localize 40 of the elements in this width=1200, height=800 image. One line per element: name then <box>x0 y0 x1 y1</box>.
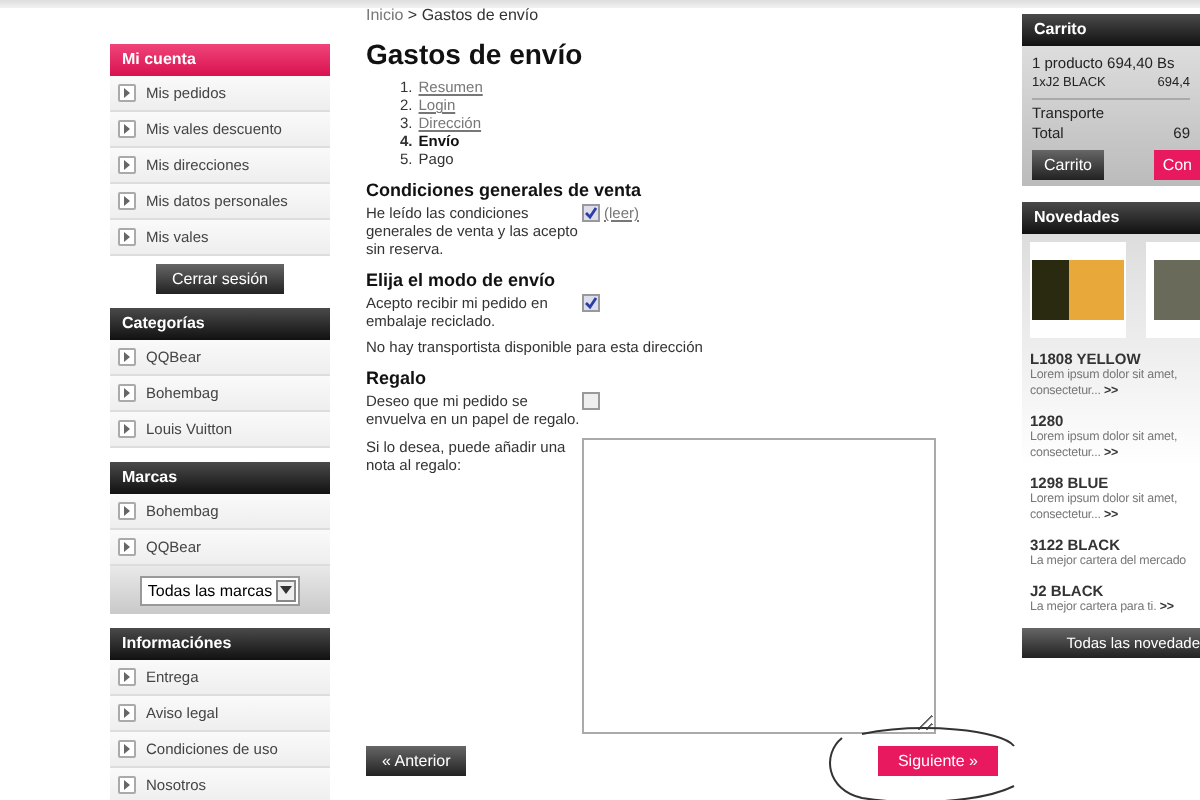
checkbox[interactable] <box>582 204 600 222</box>
block-header: Marcas <box>110 462 330 494</box>
cart-button[interactable]: Carrito <box>1032 150 1105 180</box>
arrow-icon <box>118 420 136 438</box>
arrow-icon <box>118 776 136 794</box>
arrow-icon <box>118 502 136 520</box>
news-header: Novedades <box>1022 202 1200 234</box>
photo-placeholder[interactable] <box>1030 242 1126 338</box>
arrow-icon <box>118 156 136 174</box>
section-heading: Regalo <box>366 368 429 388</box>
next-button[interactable]: Siguiente » <box>877 746 998 776</box>
arrow-icon <box>118 384 136 402</box>
brand-select[interactable]: Todas las marcas <box>139 575 301 605</box>
arrow-icon <box>118 740 136 758</box>
dropdown-icon <box>276 579 297 601</box>
breadcrumb-separator: > <box>407 6 418 24</box>
arrow-icon <box>118 348 136 366</box>
arrow-icon <box>118 668 136 686</box>
checkbox[interactable] <box>582 294 600 312</box>
cart-header: Carrito <box>1022 14 1200 46</box>
arrow-icon <box>118 704 136 722</box>
block-header: Informaciónes <box>110 628 330 660</box>
select-value: Todas las marcas <box>147 581 273 599</box>
gift-note-field[interactable] <box>582 438 936 734</box>
block-header: Mi cuenta <box>110 44 330 76</box>
checkbox[interactable] <box>582 392 600 410</box>
breadcrumb-current: Gastos de envío <box>421 6 539 24</box>
block-header: Categorías <box>110 308 330 340</box>
previous-button[interactable]: « Anterior <box>366 746 467 776</box>
section-heading: Elija el modo de envío <box>366 270 558 290</box>
page-title: Gastos de envío <box>366 38 585 70</box>
checkout-button[interactable]: Con <box>1154 150 1200 180</box>
breadcrumb-link[interactable]: Inicio <box>366 6 404 24</box>
arrow-icon <box>118 538 136 556</box>
arrow-icon <box>118 192 136 210</box>
arrow-icon <box>118 120 136 138</box>
arrow-icon <box>118 228 136 246</box>
logout-button[interactable]: Cerrar sesión <box>155 264 284 294</box>
section-heading: Condiciones generales de venta <box>366 180 644 200</box>
arrow-icon <box>118 84 136 102</box>
